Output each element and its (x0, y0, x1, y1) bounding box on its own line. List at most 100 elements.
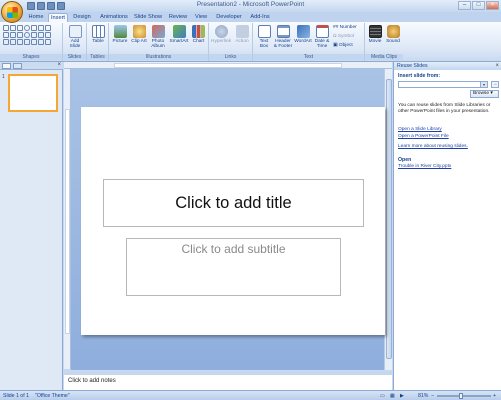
sound-label: Sound (386, 39, 400, 44)
action-button[interactable]: Action (233, 25, 251, 44)
office-logo-icon (7, 7, 18, 18)
open-powerpoint-file-link[interactable]: Open a PowerPoint File (398, 134, 449, 139)
minimize-button[interactable]: – (458, 1, 471, 10)
add-slide-button[interactable]: Add Slide (66, 25, 84, 49)
zoom-out-icon[interactable]: − (431, 393, 434, 399)
shape-triangle-icon[interactable] (31, 25, 37, 31)
picture-label: Picture (112, 39, 128, 44)
go-arrow-button[interactable]: → (491, 81, 499, 88)
sound-button[interactable]: Sound (384, 25, 402, 44)
picture-button[interactable]: Picture (111, 25, 129, 44)
smartart-label: SmartArt (169, 39, 189, 44)
text-box-button[interactable]: Text Box (255, 25, 273, 49)
ribbon-tabs: Home Insert Design Animations Slide Show… (0, 12, 501, 22)
wordart-button[interactable]: WordArt (293, 25, 313, 44)
chevron-down-icon[interactable]: ▾ (480, 82, 487, 87)
open-heading: Open (398, 157, 412, 163)
date-time-button[interactable]: Date & Time (313, 25, 331, 49)
shape-arrow-icon[interactable] (10, 25, 16, 31)
group-links: Hyperlink Action Links (209, 23, 253, 61)
tab-developer[interactable]: Developer (214, 13, 244, 22)
insert-from-combobox[interactable]: ▾ (398, 81, 488, 88)
group-label-slides: Slides (63, 54, 86, 60)
slides-tab-icon[interactable] (2, 63, 11, 69)
zoom-slider[interactable] (437, 393, 491, 399)
shape-callout-icon[interactable] (45, 32, 51, 38)
office-button[interactable] (1, 1, 23, 23)
hyperlink-button[interactable]: Hyperlink (210, 25, 232, 44)
close-icon[interactable]: × (57, 62, 61, 68)
view-slideshow-icon[interactable]: ▶ (400, 393, 404, 399)
shape-bracket-icon[interactable] (38, 32, 44, 38)
close-button[interactable]: × (486, 1, 499, 10)
shape-line-icon[interactable] (3, 25, 9, 31)
browse-button[interactable]: Browse ▾ (470, 90, 499, 98)
title-placeholder[interactable]: Click to add title (103, 179, 364, 227)
view-normal-icon[interactable]: ▭ (380, 393, 385, 399)
maximize-button[interactable]: □ (472, 1, 485, 10)
notes-pane[interactable]: Click to add notes (64, 372, 392, 390)
shapes-gallery[interactable] (3, 25, 51, 45)
recent-file-link[interactable]: Trouble in River City.pptx (398, 164, 451, 169)
shape-banner-icon[interactable] (45, 39, 51, 45)
clip-art-button[interactable]: Clip Art (131, 25, 147, 44)
insert-from-label: Insert slide from: (398, 73, 441, 79)
symbol-button[interactable]: Ω Symbol (333, 34, 354, 39)
chart-button[interactable]: Chart (190, 25, 207, 44)
clip-art-label: Clip Art (131, 39, 147, 44)
shape-flowchart-icon[interactable] (38, 39, 44, 45)
movie-button[interactable]: Movie (366, 25, 384, 44)
shape-textbox-icon[interactable] (17, 39, 23, 45)
outline-tab-icon[interactable] (13, 63, 22, 69)
shape-circle-icon[interactable] (24, 32, 30, 38)
notes-placeholder[interactable]: Click to add notes (68, 378, 116, 384)
shape-diamond-icon[interactable] (31, 32, 37, 38)
open-slide-library-link[interactable]: Open a Slide Library (398, 127, 442, 132)
tab-design[interactable]: Design (71, 13, 93, 22)
shape-heart-icon[interactable] (24, 39, 30, 45)
shape-pentagon-icon[interactable] (31, 39, 37, 45)
tab-home[interactable]: Home (25, 13, 47, 22)
horizontal-ruler (64, 62, 392, 69)
header-footer-button[interactable]: Header & Footer (273, 25, 293, 49)
tab-insert[interactable]: Insert (48, 13, 68, 22)
slide[interactable]: Click to add title Click to add subtitle (81, 107, 385, 335)
photo-album-label: Photo Album (151, 39, 165, 49)
shape-curve-icon[interactable] (10, 32, 16, 38)
film-icon (368, 25, 382, 38)
learn-more-link[interactable]: Learn more about reusing slides. (398, 144, 468, 149)
zoom-level[interactable]: 81% (418, 393, 428, 399)
shape-rounded-rect-icon[interactable] (17, 32, 23, 38)
ribbon: Shapes Add Slide Slides Table Tables Pic… (0, 22, 501, 62)
shape-rectangle-icon[interactable] (17, 25, 23, 31)
slides-pane: × 1 (0, 62, 63, 390)
scrollbar-thumb[interactable] (386, 79, 392, 359)
table-button[interactable]: Table (90, 25, 106, 44)
zoom-in-icon[interactable]: + (493, 393, 496, 399)
zoom-slider-knob[interactable] (459, 393, 463, 399)
tab-animations[interactable]: Animations (98, 13, 130, 22)
thumbnail-number: 1 (2, 74, 5, 80)
group-illustrations: Picture Clip Art Photo Album SmartArt Ch… (109, 23, 209, 61)
tab-slide-show[interactable]: Slide Show (133, 13, 163, 22)
tab-review[interactable]: Review (167, 13, 189, 22)
photo-album-button[interactable]: Photo Album (148, 25, 168, 49)
header-footer-icon (276, 25, 290, 38)
shape-connector-icon[interactable] (3, 32, 9, 38)
symbol-label: Symbol (337, 34, 354, 39)
vertical-scrollbar[interactable] (384, 69, 392, 370)
smartart-button[interactable]: SmartArt (169, 25, 189, 44)
shape-brace-icon[interactable] (38, 25, 44, 31)
shape-freeform-icon[interactable] (3, 39, 9, 45)
shape-elbow-icon[interactable] (10, 39, 16, 45)
slide-thumbnail[interactable] (8, 74, 58, 112)
subtitle-placeholder[interactable]: Click to add subtitle (126, 238, 341, 296)
tab-view[interactable]: View (192, 13, 210, 22)
slide-number-button[interactable]: ## Number (333, 25, 357, 30)
shape-star-icon[interactable] (45, 25, 51, 31)
close-icon[interactable]: × (495, 62, 499, 70)
shape-oval-icon[interactable] (24, 25, 30, 31)
view-sorter-icon[interactable]: ▦ (390, 393, 395, 399)
tab-add-ins[interactable]: Add-Ins (248, 13, 272, 22)
object-button[interactable]: ▣ Object (333, 43, 353, 48)
